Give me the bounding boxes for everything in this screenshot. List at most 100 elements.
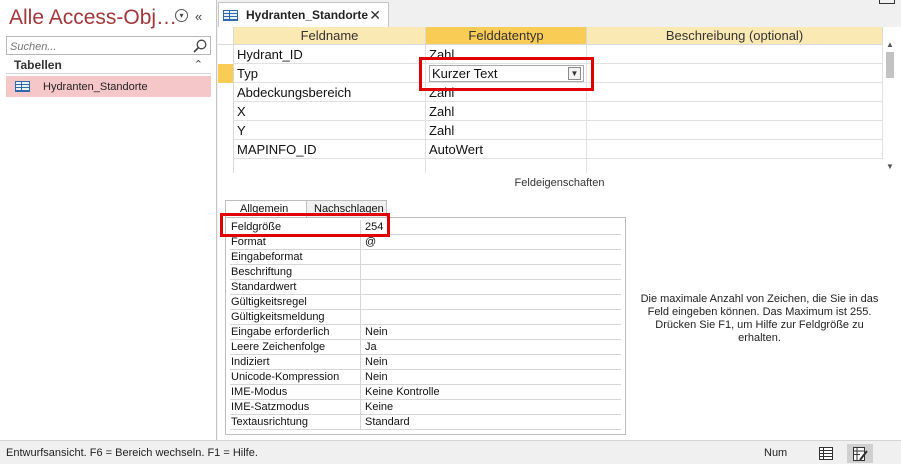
datasheet-view-icon[interactable] bbox=[813, 444, 839, 463]
nav-group-header[interactable]: Tabellen ⌃ bbox=[6, 58, 211, 74]
column-header-fieldname[interactable]: Feldname bbox=[234, 27, 426, 45]
scroll-thumb[interactable] bbox=[886, 52, 894, 78]
table-row[interactable]: Y Zahl bbox=[218, 121, 883, 140]
search-icon[interactable] bbox=[192, 38, 208, 54]
highlight-box-fieldsize bbox=[220, 213, 390, 237]
property-row[interactable]: Eingabeformat bbox=[230, 250, 621, 265]
row-selector[interactable] bbox=[218, 121, 234, 140]
table-row[interactable]: MAPINFO_ID AutoWert bbox=[218, 140, 883, 159]
resize-handle[interactable] bbox=[879, 0, 895, 4]
data-type-cell[interactable]: Zahl bbox=[426, 102, 587, 121]
property-name: Eingabe erforderlich bbox=[230, 325, 361, 340]
property-value[interactable]: Nein bbox=[365, 370, 388, 385]
document-tab[interactable]: Hydranten_Standorte ✕ bbox=[218, 2, 389, 27]
access-window: Alle Access-Obj… ▾ « Tabellen ⌃ Hydrante… bbox=[0, 0, 901, 464]
property-name: Eingabeformat bbox=[230, 250, 361, 265]
property-name: Standardwert bbox=[230, 280, 361, 295]
description-cell[interactable] bbox=[587, 45, 883, 64]
description-cell[interactable] bbox=[587, 64, 883, 83]
property-name: IME-Satzmodus bbox=[230, 400, 361, 415]
nav-item-table[interactable]: Hydranten_Standorte bbox=[6, 76, 211, 97]
data-type-cell[interactable]: AutoWert bbox=[426, 140, 587, 159]
navigation-pane: Alle Access-Obj… ▾ « Tabellen ⌃ Hydrante… bbox=[0, 0, 217, 440]
property-row[interactable]: Beschriftung bbox=[230, 265, 621, 280]
property-name: Gültigkeitsmeldung bbox=[230, 310, 361, 325]
grid-header: Feldname Felddatentyp Beschreibung (opti… bbox=[218, 27, 883, 45]
collapse-pane-icon[interactable]: « bbox=[195, 9, 202, 24]
highlight-box-datatype bbox=[419, 57, 594, 91]
property-row[interactable]: Textausrichtung Standard bbox=[230, 415, 621, 430]
property-name: Gültigkeitsregel bbox=[230, 295, 361, 310]
data-type-cell[interactable] bbox=[426, 159, 587, 173]
table-design-view: Feldname Felddatentyp Beschreibung (opti… bbox=[218, 27, 901, 440]
description-cell[interactable] bbox=[587, 121, 883, 140]
status-message: Entwurfsansicht. F6 = Bereich wechseln. … bbox=[6, 447, 258, 459]
field-name-cell[interactable] bbox=[234, 159, 426, 173]
property-row[interactable]: Leere Zeichenfolge Ja bbox=[230, 340, 621, 355]
property-value[interactable]: Keine Kontrolle bbox=[365, 385, 440, 400]
table-icon bbox=[15, 81, 30, 92]
property-value[interactable]: Keine bbox=[365, 400, 393, 415]
property-value[interactable]: Nein bbox=[365, 325, 388, 340]
property-name: Format bbox=[230, 235, 361, 250]
collapse-group-icon[interactable]: ⌃ bbox=[194, 58, 203, 71]
nav-search-input[interactable] bbox=[7, 38, 189, 56]
property-row[interactable]: Unicode-Kompression Nein bbox=[230, 370, 621, 385]
field-grid: Feldname Felddatentyp Beschreibung (opti… bbox=[218, 27, 883, 173]
field-properties-label: Feldeigenschaften bbox=[514, 177, 605, 189]
table-row[interactable] bbox=[218, 159, 883, 173]
property-name: IME-Modus bbox=[230, 385, 361, 400]
nav-pane-buttons: ▾ « bbox=[175, 9, 202, 24]
table-icon bbox=[223, 9, 238, 21]
property-row[interactable]: Format @ bbox=[230, 235, 621, 250]
property-row[interactable]: Gültigkeitsregel bbox=[230, 295, 621, 310]
scroll-down-icon[interactable]: ▼ bbox=[885, 162, 895, 172]
property-row[interactable]: IME-Satzmodus Keine bbox=[230, 400, 621, 415]
property-value[interactable]: Ja bbox=[365, 340, 377, 355]
field-name-cell[interactable]: MAPINFO_ID bbox=[234, 140, 426, 159]
field-name-cell[interactable]: Typ bbox=[234, 64, 426, 83]
property-value[interactable]: Nein bbox=[365, 355, 388, 370]
row-selector[interactable] bbox=[218, 140, 234, 159]
property-name: Beschriftung bbox=[230, 265, 361, 280]
nav-item-label: Hydranten_Standorte bbox=[43, 80, 148, 93]
description-cell[interactable] bbox=[587, 140, 883, 159]
property-value[interactable]: Standard bbox=[365, 415, 410, 430]
nav-menu-dropdown-icon[interactable]: ▾ bbox=[175, 9, 188, 22]
grid-corner bbox=[218, 27, 234, 45]
data-type-cell[interactable]: Zahl bbox=[426, 121, 587, 140]
row-selector[interactable] bbox=[218, 45, 234, 64]
field-name-cell[interactable]: X bbox=[234, 102, 426, 121]
table-row[interactable]: X Zahl bbox=[218, 102, 883, 121]
property-name: Textausrichtung bbox=[230, 415, 361, 430]
nav-group-label: Tabellen bbox=[14, 58, 62, 72]
status-bar: Entwurfsansicht. F6 = Bereich wechseln. … bbox=[0, 440, 901, 464]
row-selector[interactable] bbox=[218, 83, 234, 102]
grid-scrollbar[interactable]: ▲ ▼ bbox=[884, 40, 896, 172]
scroll-up-icon[interactable]: ▲ bbox=[885, 40, 895, 50]
property-name: Leere Zeichenfolge bbox=[230, 340, 361, 355]
num-lock-indicator: Num bbox=[764, 447, 788, 459]
field-name-cell[interactable]: Y bbox=[234, 121, 426, 140]
property-row[interactable]: IME-Modus Keine Kontrolle bbox=[230, 385, 621, 400]
row-selector[interactable] bbox=[218, 64, 234, 83]
nav-search-box bbox=[6, 36, 211, 56]
description-cell[interactable] bbox=[587, 102, 883, 121]
property-row[interactable]: Standardwert bbox=[230, 280, 621, 295]
nav-pane-title[interactable]: Alle Access-Obj… bbox=[9, 6, 177, 30]
column-header-description[interactable]: Beschreibung (optional) bbox=[587, 27, 883, 45]
property-sheet: Feldgröße 254 Format @ Eingabeformat Besch… bbox=[225, 217, 626, 435]
property-row[interactable]: Indiziert Nein bbox=[230, 355, 621, 370]
row-selector[interactable] bbox=[218, 102, 234, 121]
tab-strip bbox=[389, 0, 901, 27]
property-value[interactable]: @ bbox=[365, 235, 376, 250]
column-header-datatype[interactable]: Felddatentyp bbox=[426, 27, 587, 45]
property-row[interactable]: Eingabe erforderlich Nein bbox=[230, 325, 621, 340]
description-cell[interactable] bbox=[587, 83, 883, 102]
row-selector[interactable] bbox=[218, 159, 234, 173]
design-view-icon[interactable] bbox=[847, 444, 873, 463]
field-name-cell[interactable]: Hydrant_ID bbox=[234, 45, 426, 64]
field-name-cell[interactable]: Abdeckungsbereich bbox=[234, 83, 426, 102]
close-tab-icon[interactable]: ✕ bbox=[369, 7, 381, 24]
property-row[interactable]: Gültigkeitsmeldung bbox=[230, 310, 621, 325]
